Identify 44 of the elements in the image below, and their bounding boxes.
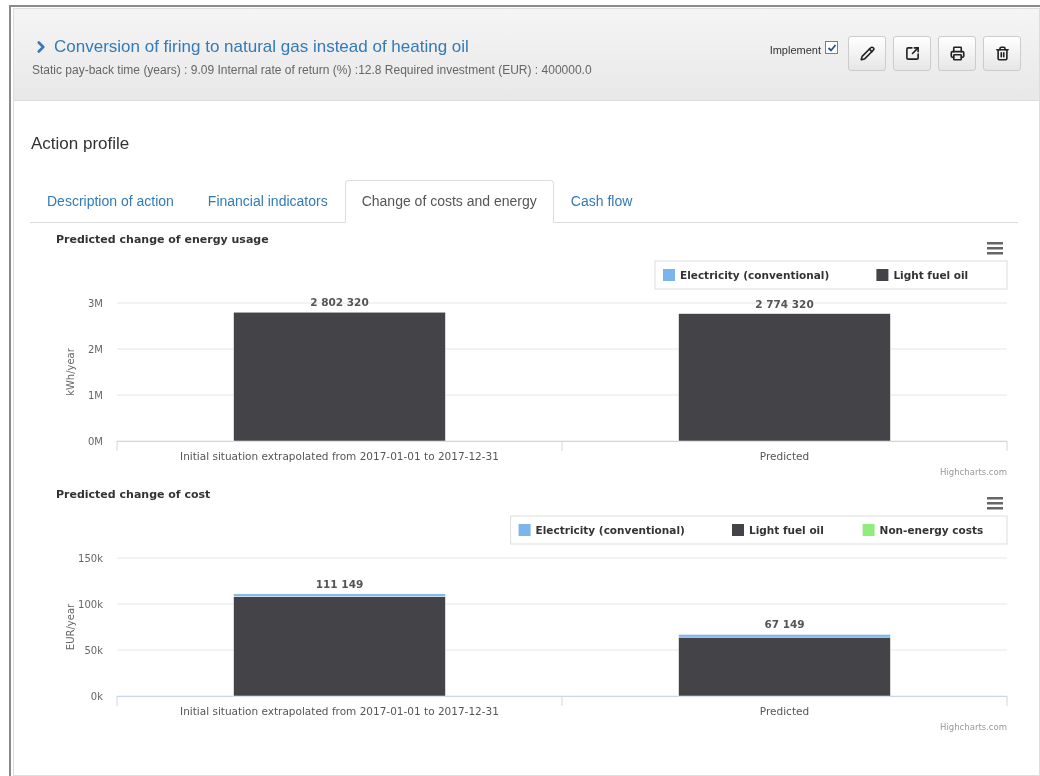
pencil-icon — [859, 46, 875, 61]
edit-button[interactable] — [848, 36, 886, 71]
axis-title: EUR/year — [65, 603, 76, 650]
legend-label[interactable]: Light fuel oil — [893, 268, 969, 281]
legend-label[interactable]: Light fuel oil — [749, 523, 824, 536]
action-summary: Static pay-back time (years) : 9.09 Internal rate of return (%) :12.8 Required investment (EUR) : 400000.0 — [32, 61, 592, 79]
tab[interactable]: Change of costs and energy — [344, 179, 554, 223]
tab[interactable]: Description of action — [30, 179, 191, 223]
axis-tick-label: 150k — [78, 552, 103, 564]
chart-title: Predicted change of energy usage — [56, 232, 269, 246]
tab[interactable]: Cash flow — [553, 179, 650, 223]
category-label: Predicted — [759, 704, 810, 717]
delete-button[interactable] — [983, 36, 1021, 71]
total-value-label: 2 774 320 — [755, 297, 814, 310]
action-title[interactable]: Conversion of firing to natural gas instead of heating oil — [54, 34, 469, 60]
legend-label[interactable]: Electricity (conventional) — [680, 268, 830, 281]
print-button[interactable] — [938, 36, 976, 71]
implement-checkbox[interactable] — [825, 41, 838, 54]
total-value-label: 111 149 — [315, 577, 364, 590]
trash-icon — [994, 46, 1010, 61]
axis-tick-label: 0M — [88, 435, 103, 447]
menu-icon[interactable] — [987, 496, 1003, 509]
implement-label: Implement — [769, 43, 821, 58]
total-value-label: 2 802 320 — [310, 295, 369, 308]
open-button[interactable] — [893, 36, 931, 71]
axis-tick-label: 50k — [84, 644, 103, 656]
menu-icon[interactable] — [987, 241, 1003, 254]
axis-tick-label: 0k — [90, 690, 103, 702]
external-link-icon — [904, 46, 920, 61]
tab[interactable]: Financial indicators — [190, 179, 345, 223]
chart-title: Predicted change of cost — [56, 487, 211, 501]
category-label: Predicted — [759, 449, 810, 462]
legend-label[interactable]: Non-energy costs — [879, 523, 984, 536]
axis-title: kWh/year — [65, 347, 76, 396]
axis-tick-label: 100k — [78, 598, 103, 610]
printer-icon — [949, 46, 965, 61]
axis-tick-label: 3M — [88, 297, 103, 309]
category-label: Initial situation extrapolated from 2017-01-01 to 2017-12-31 — [180, 449, 499, 462]
axis-tick-label: 2M — [88, 343, 103, 355]
category-label: Initial situation extrapolated from 2017-01-01 to 2017-12-31 — [180, 704, 499, 717]
legend-label[interactable]: Electricity (conventional) — [535, 523, 685, 536]
section-title: Action profile — [31, 133, 131, 155]
axis-tick-label: 1M — [88, 389, 103, 401]
total-value-label: 67 149 — [764, 617, 805, 630]
